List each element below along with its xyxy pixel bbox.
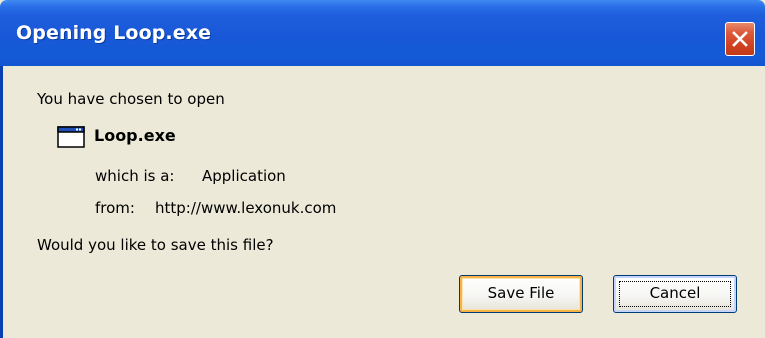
application-window-icon bbox=[57, 126, 85, 148]
file-source-url: http://www.lexonuk.com bbox=[155, 199, 337, 217]
file-type-label: which is a: bbox=[95, 167, 175, 185]
file-source-label: from: bbox=[95, 199, 135, 217]
cancel-button-label: Cancel bbox=[649, 284, 701, 302]
intro-text: You have chosen to open bbox=[37, 90, 225, 108]
close-icon bbox=[732, 31, 748, 47]
file-open-dialog: Opening Loop.exe You have chosen to open… bbox=[0, 0, 765, 338]
dialog-title: Opening Loop.exe bbox=[16, 22, 212, 44]
save-file-button[interactable]: Save File bbox=[459, 275, 583, 313]
save-file-button-label: Save File bbox=[487, 284, 555, 302]
file-type-value: Application bbox=[202, 167, 286, 185]
cancel-button[interactable]: Cancel bbox=[613, 275, 737, 313]
file-name: Loop.exe bbox=[94, 126, 176, 145]
save-question: Would you like to save this file? bbox=[37, 236, 274, 254]
close-button[interactable] bbox=[725, 22, 755, 56]
